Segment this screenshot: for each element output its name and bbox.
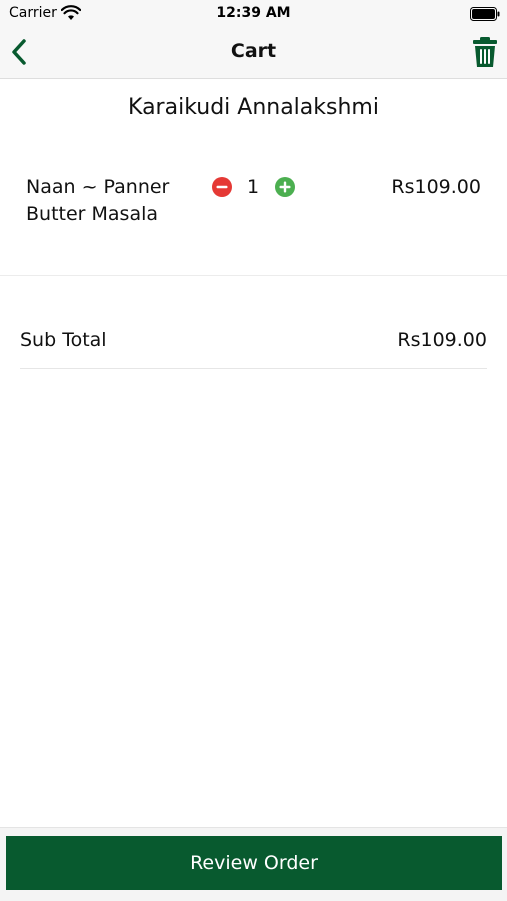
plus-icon[interactable] (275, 177, 295, 197)
status-time: 12:39 AM (216, 5, 291, 21)
trash-icon[interactable] (472, 36, 498, 68)
cart-item-price: Rs109.00 (391, 176, 481, 198)
page-title: Cart (230, 40, 277, 62)
quantity-value: 1 (246, 176, 260, 198)
subtotal-value: Rs109.00 (397, 329, 487, 351)
status-bar: Carrier 12:39 AM (0, 0, 507, 28)
subtotal-label: Sub Total (20, 329, 107, 351)
cart-item-name: Naan ~ Panner Butter Masala (26, 176, 170, 225)
subtotal-row: Sub Total Rs109.00 (20, 310, 487, 369)
minus-icon[interactable] (212, 177, 232, 197)
battery-icon (470, 7, 500, 21)
restaurant-name: Karaikudi Annalakshmi (128, 95, 379, 120)
navigation-bar: Cart (0, 28, 507, 79)
cart-item-row: Naan ~ Panner Butter Masala 1 Rs109.00 (0, 160, 507, 276)
review-order-button[interactable]: Review Order (6, 836, 502, 890)
